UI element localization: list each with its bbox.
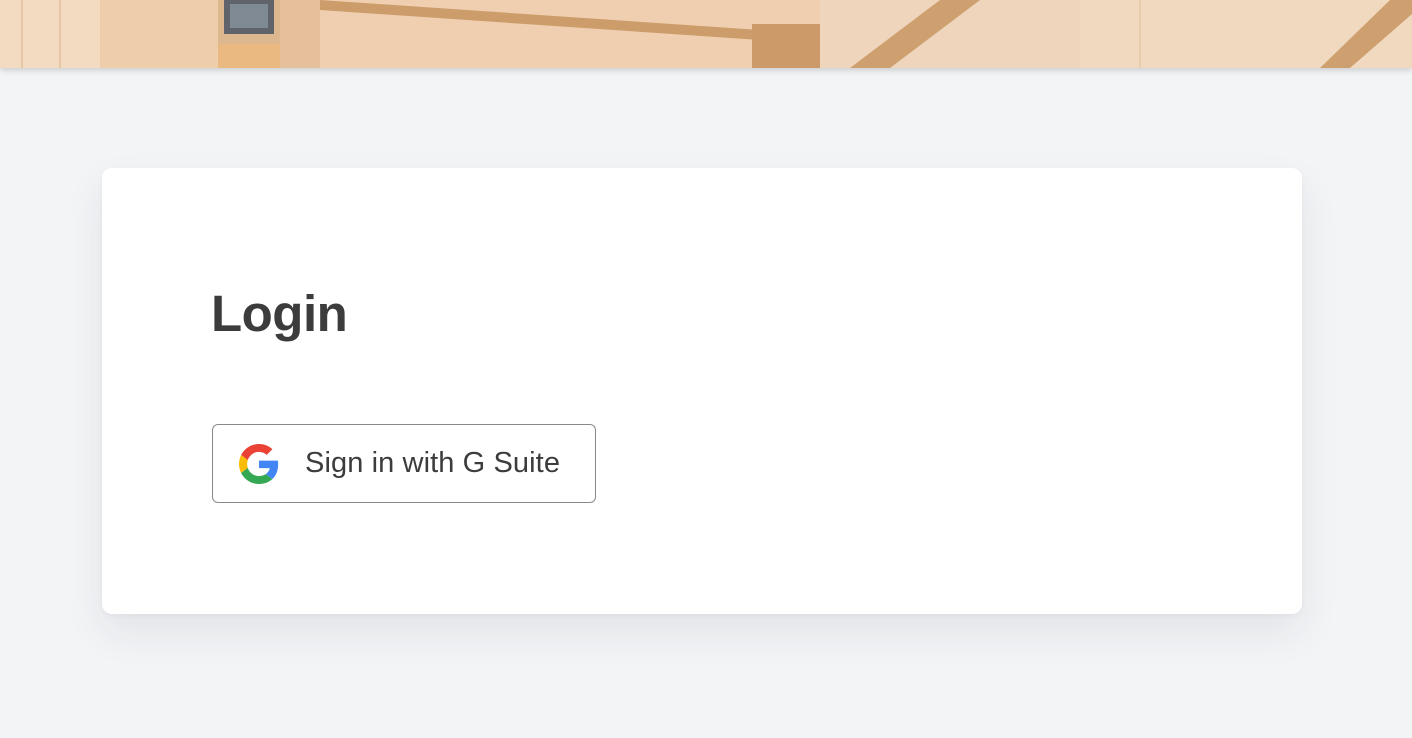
sign-in-with-gsuite-button[interactable]: Sign in with G Suite [212, 424, 596, 503]
google-g-icon [239, 443, 279, 484]
sign-in-button-label: Sign in with G Suite [305, 447, 561, 479]
login-card: Login Sign in with G Suite [102, 168, 1302, 614]
hero-banner-image [0, 0, 1412, 68]
login-title: Login [211, 285, 348, 342]
